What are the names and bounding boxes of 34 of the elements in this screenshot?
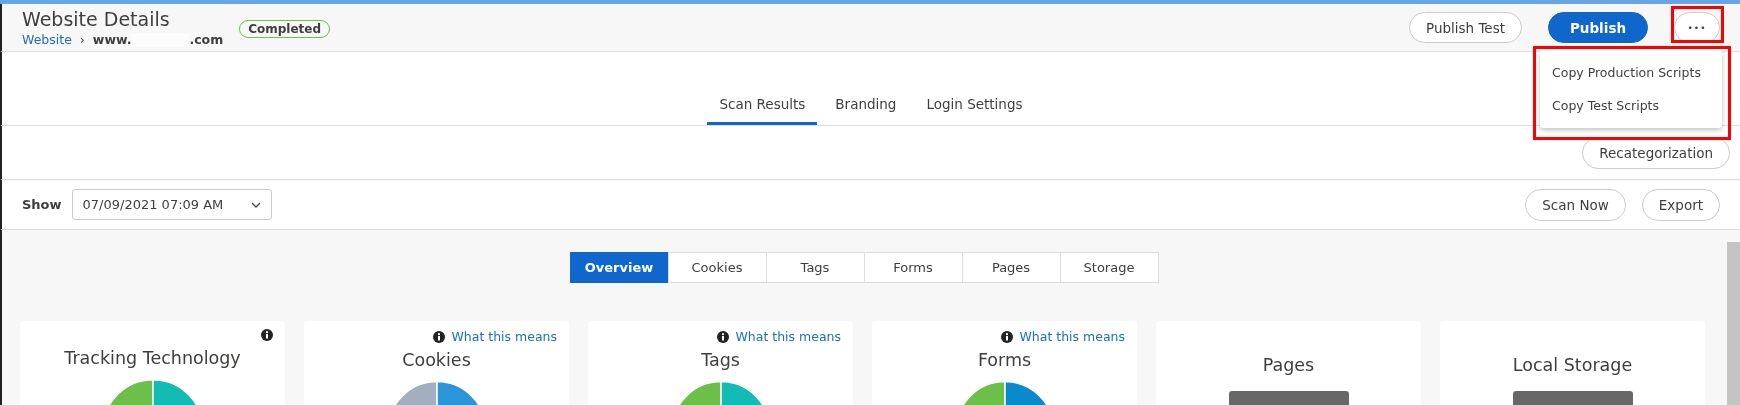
view-tab[interactable]: Overview xyxy=(569,252,669,283)
view-tab[interactable]: Cookies xyxy=(667,252,767,283)
view-tab[interactable]: Pages xyxy=(961,252,1061,283)
highlight-box xyxy=(1671,6,1724,43)
card-title: Local Storage xyxy=(1512,355,1633,375)
tab[interactable]: Scan Results xyxy=(707,96,818,125)
menu-item[interactable]: Copy Test Scripts xyxy=(1540,89,1722,122)
publish-button[interactable]: Publish xyxy=(1548,12,1648,43)
view-tab[interactable]: Forms xyxy=(863,252,963,283)
tab[interactable]: Branding xyxy=(823,96,909,125)
what-this-means-link[interactable]: What this means xyxy=(1019,329,1125,344)
chevron-down-icon xyxy=(250,201,261,208)
breadcrumb-link[interactable]: Website xyxy=(22,32,72,47)
domain-text: www. xyxy=(92,32,132,47)
breadcrumb-separator: › xyxy=(79,32,85,47)
card-title: Forms xyxy=(977,350,1032,370)
page-title: Website Details xyxy=(22,8,171,30)
scrollbar[interactable] xyxy=(1727,242,1740,405)
menu-item[interactable]: Copy Production Scripts xyxy=(1540,56,1722,89)
card-title: Tracking Technology xyxy=(64,347,241,368)
card-title: Tags xyxy=(701,350,740,370)
date-dropdown[interactable]: 07/09/2021 07:09 AM xyxy=(71,189,272,220)
what-this-means-link[interactable]: What this means xyxy=(735,329,841,344)
tab[interactable]: Login Settings xyxy=(914,96,1035,125)
card-title: Pages xyxy=(1262,355,1315,375)
domain-text: .com xyxy=(189,32,224,47)
what-this-means-link[interactable]: What this means xyxy=(451,329,557,344)
scan-now-button[interactable]: Scan Now xyxy=(1525,188,1626,221)
view-tab[interactable]: Storage xyxy=(1059,252,1159,283)
publish-test-button[interactable]: Publish Test xyxy=(1409,12,1522,43)
export-button[interactable]: Export xyxy=(1641,188,1720,221)
view-tab[interactable]: Tags xyxy=(765,252,865,283)
card-title: Cookies xyxy=(402,350,471,370)
show-label: Show xyxy=(22,197,62,212)
